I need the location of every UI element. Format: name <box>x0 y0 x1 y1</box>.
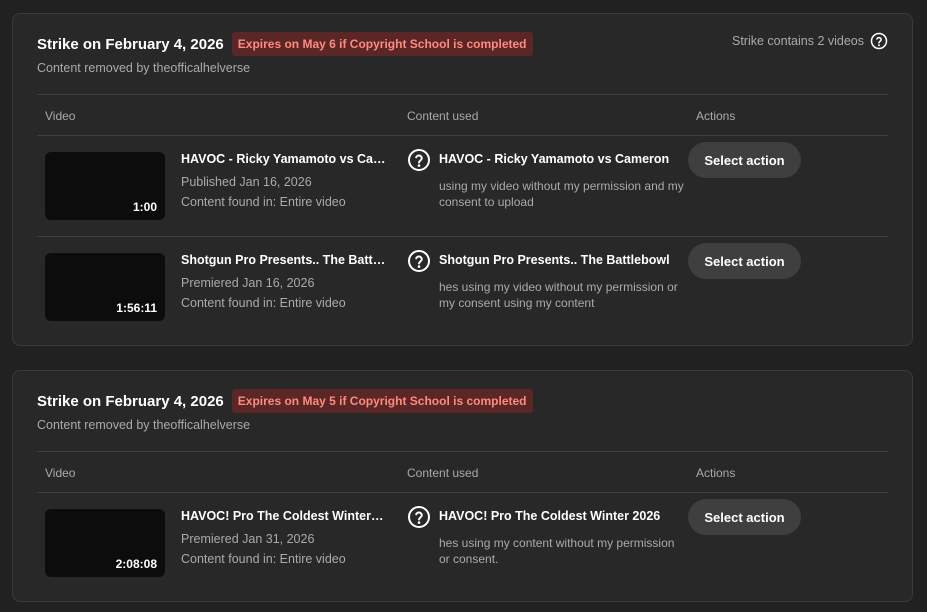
strike-count-text: Strike contains 2 videos <box>731 34 864 48</box>
table-row: 1:56:11 Shotgun Pro Presents.. The Battl… <box>37 237 888 337</box>
column-header-video: Video <box>45 466 76 480</box>
content-used-title: HAVOC! Pro The Coldest Winter 2026 <box>439 509 661 523</box>
video-title[interactable]: HAVOC - Ricky Yamamoto vs Cameron <box>181 152 386 166</box>
strike-title: Strike on February 4, 2026 <box>37 35 224 53</box>
content-used-description: hes using my content without my permissi… <box>439 536 675 566</box>
strike-header: Strike on February 4, 2026 Expires on Ma… <box>37 32 533 56</box>
content-used-title: HAVOC - Ricky Yamamoto vs Cameron <box>439 152 670 166</box>
video-duration: 2:08:08 <box>115 557 157 571</box>
table-row: 1:00 HAVOC - Ricky Yamamoto vs Cameron P… <box>37 136 888 236</box>
video-duration: 1:00 <box>132 200 157 214</box>
help-icon[interactable] <box>407 505 431 534</box>
content-found-in: Content found in: Entire video <box>181 552 346 566</box>
column-header-content-used: Content used <box>407 466 479 480</box>
content-removed-by: Content removed by theofficalhelverse <box>37 418 251 432</box>
column-header-actions: Actions <box>696 466 736 480</box>
video-thumbnail[interactable]: 2:08:08 <box>45 509 165 577</box>
video-date: Premiered Jan 16, 2026 <box>181 276 315 290</box>
video-date: Published Jan 16, 2026 <box>181 175 312 189</box>
strike-title: Strike on February 4, 2026 <box>37 392 224 410</box>
select-action-button[interactable]: Select action <box>688 499 801 535</box>
expires-badge: Expires on May 6 if Copyright School is … <box>231 32 533 56</box>
help-icon[interactable] <box>870 32 888 50</box>
table-row: 2:08:08 HAVOC! Pro The Coldest Winter 20… <box>37 493 888 593</box>
divider <box>37 94 888 95</box>
strike-header: Strike on February 4, 2026 Expires on Ma… <box>37 389 533 413</box>
column-header-actions: Actions <box>696 109 736 123</box>
video-duration: 1:56:11 <box>116 301 157 315</box>
divider <box>37 451 888 452</box>
video-thumbnail[interactable]: 1:00 <box>45 152 165 220</box>
select-action-button[interactable]: Select action <box>688 142 801 178</box>
video-title[interactable]: Shotgun Pro Presents.. The Battlebowl <box>181 253 386 267</box>
strike-video-count: Strike contains 2 videos <box>732 32 888 50</box>
help-icon[interactable] <box>407 148 431 177</box>
content-removed-by: Content removed by theofficalhelverse <box>37 61 251 75</box>
help-icon[interactable] <box>407 249 431 278</box>
content-used-description: hes using my video without my permission… <box>439 280 678 310</box>
video-date: Premiered Jan 31, 2026 <box>181 532 315 546</box>
select-action-button[interactable]: Select action <box>688 243 801 279</box>
video-title[interactable]: HAVOC! Pro The Coldest Winter 2026 <box>181 509 386 523</box>
column-header-content-used: Content used <box>407 109 479 123</box>
expires-badge: Expires on May 5 if Copyright School is … <box>231 389 533 413</box>
strike-card: Strike on February 4, 2026 Expires on Ma… <box>12 370 913 602</box>
content-used-description: using my video without my permission and… <box>439 179 684 209</box>
content-found-in: Content found in: Entire video <box>181 296 346 310</box>
content-found-in: Content found in: Entire video <box>181 195 346 209</box>
content-used-title: Shotgun Pro Presents.. The Battlebowl <box>439 253 670 267</box>
strike-card: Strike on February 4, 2026 Expires on Ma… <box>12 13 913 346</box>
column-header-video: Video <box>45 109 76 123</box>
video-thumbnail[interactable]: 1:56:11 <box>45 253 165 321</box>
